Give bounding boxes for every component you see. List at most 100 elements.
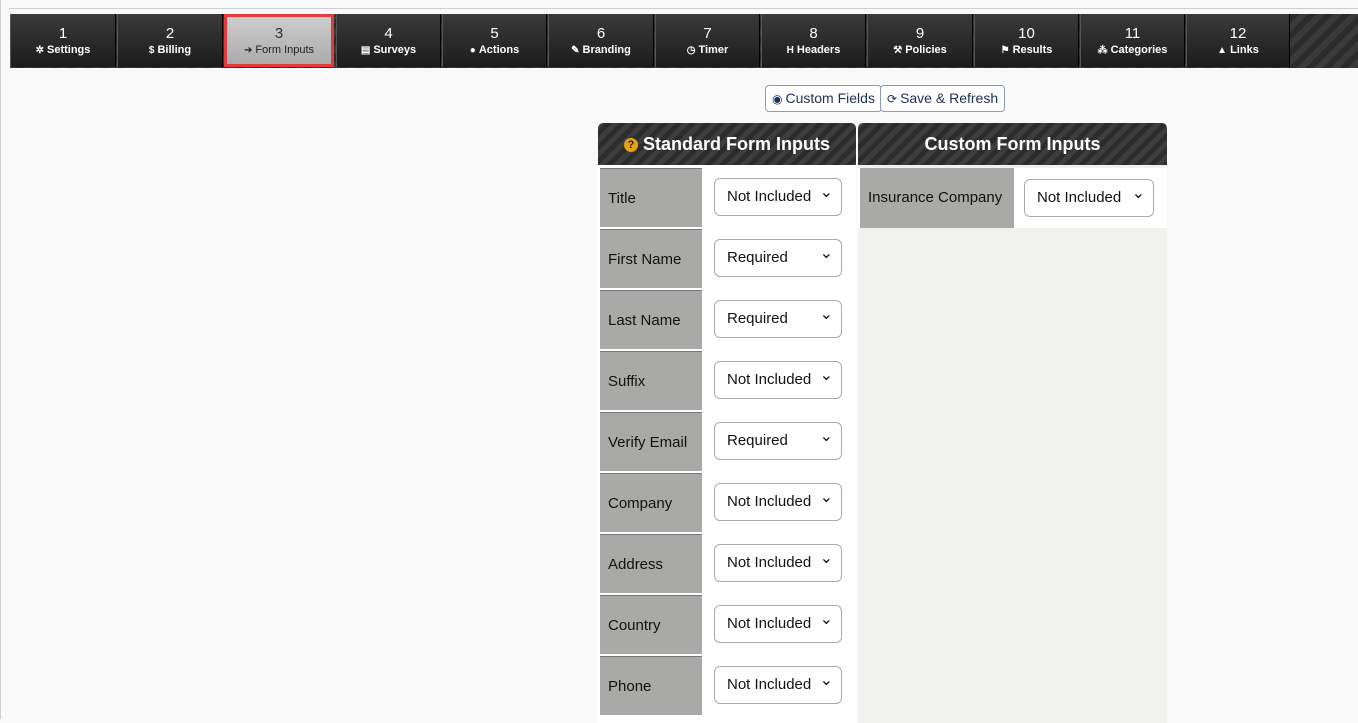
select-value: Not Included — [727, 554, 812, 571]
field-select-cell: Not Included ⌄ — [702, 168, 854, 227]
tab-number: 5 — [490, 25, 499, 42]
save-refresh-button[interactable]: ⟳ Save & Refresh — [880, 85, 1006, 112]
field-select-cell: Not Included ⌄ — [702, 473, 854, 532]
tab-label-wrap: ➔ Form Inputs — [225, 44, 333, 57]
tab-timer[interactable]: 7 ◷ Timer — [655, 14, 760, 67]
tab-icon: ⚒ — [893, 45, 903, 56]
tab-number: 10 — [1018, 25, 1035, 42]
tab-icon: ✎ — [571, 45, 580, 56]
standard-form-inputs-panel: ? Standard Form Inputs Title Not Included ⌄… — [598, 123, 856, 723]
tab-billing[interactable]: 2 $ Billing — [117, 14, 223, 67]
field-label: Last Name — [600, 290, 702, 349]
select-value: Not Included — [1037, 189, 1122, 206]
field-select-cell: Required ⌄ — [702, 290, 854, 349]
field-requirement-select[interactable]: Not Included ⌄ — [714, 666, 842, 704]
tab-label: Results — [1012, 44, 1053, 56]
form-input-row: Last Name Required ⌄ — [598, 290, 856, 351]
field-label: Title — [600, 168, 702, 227]
top-divider — [9, 8, 1358, 9]
custom-panel-header: Custom Form Inputs — [858, 123, 1167, 165]
chevron-down-icon: ⌄ — [1131, 185, 1145, 202]
tab-results[interactable]: 10 ⚑ Results — [974, 14, 1079, 67]
field-label: Suffix — [600, 351, 702, 410]
tab-policies[interactable]: 9 ⚒ Policies — [867, 14, 973, 67]
field-label: Company — [600, 473, 702, 532]
tab-number: 12 — [1229, 25, 1247, 42]
tab-number: 8 — [809, 25, 818, 42]
field-requirement-select[interactable]: Required ⌄ — [714, 300, 842, 338]
chevron-down-icon: ⌄ — [819, 306, 833, 323]
tab-number: 1 — [58, 25, 68, 42]
custom-select-cell: Not Included ⌄ — [1014, 168, 1166, 228]
tab-icon: ⁂ — [1097, 45, 1108, 56]
tab-label-wrap: ✎ Branding — [549, 44, 653, 57]
tab-number: 4 — [384, 25, 393, 42]
form-input-row: Address Not Included ⌄ — [598, 534, 856, 595]
tab-label: Settings — [46, 44, 91, 56]
tab-surveys[interactable]: 4 ▤ Surveys — [336, 14, 441, 67]
chevron-down-icon: ⌄ — [819, 489, 833, 506]
field-label: Verify Email — [600, 412, 702, 471]
chevron-down-icon: ⌄ — [819, 428, 833, 445]
select-value: Required — [727, 310, 788, 327]
refresh-icon: ⟳ — [887, 92, 898, 106]
form-input-row: Company Not Included ⌄ — [598, 473, 856, 534]
tab-label-wrap: ◷ Timer — [656, 44, 759, 57]
custom-form-inputs-panel: Custom Form Inputs Insurance Company Not … — [858, 123, 1167, 723]
tab-label: Policies — [905, 44, 947, 56]
form-input-row: First Name Required ⌄ — [598, 229, 856, 290]
tab-form-inputs[interactable]: 3 ➔ Form Inputs — [224, 14, 334, 67]
tab-label-wrap: ⁂ Categories — [1081, 44, 1184, 57]
field-select-cell: Not Included ⌄ — [702, 595, 854, 654]
field-requirement-select[interactable]: Not Included ⌄ — [714, 544, 842, 582]
tab-number: 11 — [1124, 25, 1141, 42]
tab-number: 9 — [915, 25, 925, 42]
help-icon[interactable]: ? — [623, 138, 638, 152]
tab-icon: ◷ — [686, 45, 696, 56]
tab-label-wrap: H Headers — [762, 44, 865, 57]
form-input-row: Country Not Included ⌄ — [598, 595, 856, 656]
tab-label: Surveys — [373, 44, 417, 56]
standard-panel-header: ? Standard Form Inputs — [598, 123, 856, 165]
tab-settings[interactable]: 1 ✲ Settings — [10, 14, 116, 67]
tab-number: 3 — [274, 25, 284, 42]
tab-headers[interactable]: 8 H Headers — [761, 14, 866, 67]
select-value: Required — [727, 432, 788, 449]
select-value: Not Included — [727, 676, 812, 693]
tab-actions[interactable]: 5 ● Actions — [442, 14, 547, 67]
field-requirement-select[interactable]: Required ⌄ — [714, 422, 842, 460]
field-requirement-select[interactable]: Not Included ⌄ — [714, 605, 842, 643]
target-icon: ◉ — [772, 92, 783, 106]
field-select-cell: Required ⌄ — [702, 229, 854, 288]
tab-label-wrap: ▤ Surveys — [337, 44, 440, 57]
field-label: First Name — [600, 229, 702, 288]
chevron-down-icon: ⌄ — [819, 245, 833, 262]
tab-icon: ➔ — [243, 45, 253, 56]
tab-label: Billing — [157, 44, 192, 56]
tab-branding[interactable]: 6 ✎ Branding — [548, 14, 654, 67]
field-select-cell: Not Included ⌄ — [702, 656, 854, 715]
tab-categories[interactable]: 11 ⁂ Categories — [1080, 14, 1185, 67]
tab-number: 6 — [596, 25, 606, 42]
select-value: Not Included — [727, 188, 812, 205]
field-select-cell: Required ⌄ — [702, 412, 854, 471]
select-value: Not Included — [727, 371, 812, 388]
field-requirement-select[interactable]: Not Included ⌄ — [714, 483, 842, 521]
field-select-cell: Not Included ⌄ — [702, 351, 854, 410]
field-label: Phone — [600, 656, 702, 715]
field-requirement-select[interactable]: Required ⌄ — [714, 239, 842, 277]
tab-label-wrap: ● Actions — [443, 44, 546, 57]
field-label: Country — [600, 595, 702, 654]
custom-fields-button[interactable]: ◉ Custom Fields — [765, 85, 882, 112]
tab-icon: ● — [469, 45, 476, 56]
custom-field-requirement-select[interactable]: Not Included ⌄ — [1024, 179, 1154, 217]
field-requirement-select[interactable]: Not Included ⌄ — [714, 178, 842, 216]
form-input-row: Phone Not Included ⌄ — [598, 656, 856, 717]
tab-links[interactable]: 12 ▲ Links — [1186, 14, 1290, 67]
field-requirement-select[interactable]: Not Included ⌄ — [714, 361, 842, 399]
field-select-cell: Not Included ⌄ — [702, 534, 854, 593]
tab-label: Headers — [796, 44, 841, 56]
tab-label-wrap: ⚒ Policies — [868, 44, 972, 57]
tab-label-wrap: ▲ Links — [1187, 44, 1289, 57]
field-label: Address — [600, 534, 702, 593]
